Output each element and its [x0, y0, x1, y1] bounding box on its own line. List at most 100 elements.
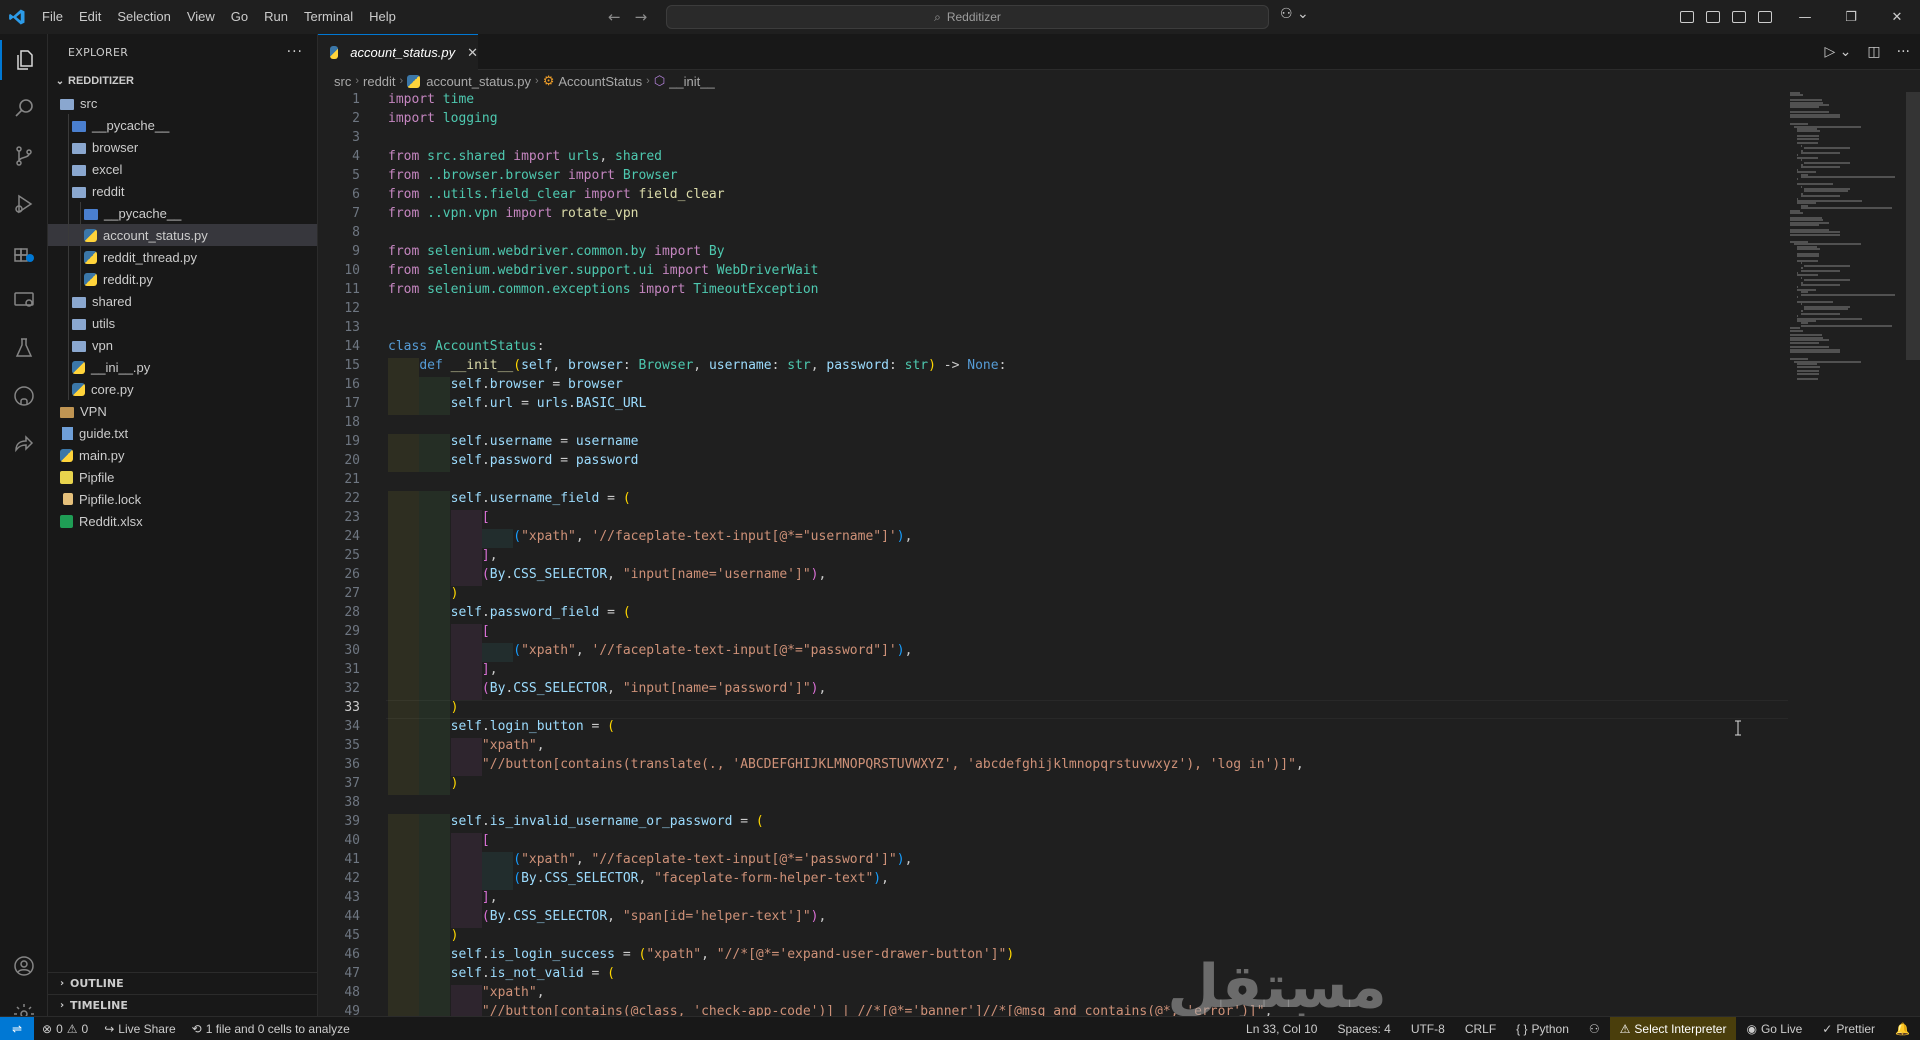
notifications-bell-icon[interactable]: 🔔 [1885, 1017, 1920, 1040]
tree-item[interactable]: reddit_thread.py [48, 246, 317, 268]
indent-guide [68, 312, 69, 334]
go-live[interactable]: ◉ Go Live [1736, 1017, 1812, 1040]
testing-icon[interactable] [0, 328, 48, 368]
encoding[interactable]: UTF-8 [1401, 1017, 1455, 1040]
restore-icon[interactable]: ❐ [1828, 0, 1874, 34]
live-share-icon[interactable] [0, 424, 48, 464]
remote-explorer-icon[interactable] [0, 280, 48, 320]
tree-item[interactable]: core.py [48, 378, 317, 400]
tree-item[interactable]: account_status.py [48, 224, 317, 246]
tree-item[interactable]: browser [48, 136, 317, 158]
account-icon[interactable] [0, 946, 48, 986]
split-editor-icon[interactable]: ◫ [1867, 44, 1880, 60]
tree-item[interactable]: shared [48, 290, 317, 312]
tree-item[interactable]: reddit [48, 180, 317, 202]
remote-indicator-icon[interactable]: ⇌ [0, 1016, 34, 1040]
tree-item[interactable]: utils [48, 312, 317, 334]
copilot-status-icon[interactable]: ⚇ [1579, 1017, 1610, 1040]
minimize-icon[interactable]: — [1782, 0, 1828, 34]
status-right: Ln 33, Col 10 Spaces: 4 UTF-8 CRLF { } P… [1236, 1017, 1920, 1040]
tree-item[interactable]: src [48, 92, 317, 114]
workspace-root[interactable]: ⌄ REDDITIZER [48, 70, 317, 92]
breadcrumb-file[interactable]: account_status.py [426, 74, 531, 89]
outline-section[interactable]: › OUTLINE [48, 972, 318, 994]
text-cursor-icon [1735, 720, 1741, 736]
github-icon[interactable] [0, 376, 48, 416]
code-token: str [904, 358, 929, 373]
more-actions-icon[interactable]: ··· [1897, 44, 1910, 60]
breadcrumb-class[interactable]: AccountStatus [558, 74, 642, 89]
select-interpreter[interactable]: ⚠ Select Interpreter [1609, 1017, 1737, 1040]
tree-item[interactable]: __pycache__ [48, 202, 317, 224]
line-endings[interactable]: CRLF [1455, 1017, 1506, 1040]
line-number: 31 [344, 662, 360, 677]
file-tree: ⌄ REDDITIZER src __pycache__ browser excel r… [48, 70, 317, 532]
code-editor[interactable]: 1 import time 2 import logging 3 4 from src.sh… [318, 92, 1788, 1016]
line-number: 24 [344, 529, 360, 544]
line-number: 19 [344, 434, 360, 449]
command-center[interactable]: ⌕ Redditizer [666, 5, 1269, 29]
run-icon[interactable]: ▷ ⌄ [1824, 44, 1851, 60]
analyze-status[interactable]: ⟲ 1 file and 0 cells to analyze [184, 1017, 358, 1040]
search-icon[interactable] [0, 88, 48, 128]
tree-item[interactable]: VPN [48, 400, 317, 422]
tree-item[interactable]: __pycache__ [48, 114, 317, 136]
cursor-position[interactable]: Ln 33, Col 10 [1236, 1017, 1327, 1040]
prettier-status[interactable]: ✓ Prettier [1812, 1017, 1885, 1040]
explorer-icon[interactable] [0, 40, 48, 80]
toggle-secondary-sidebar-icon[interactable] [1758, 11, 1772, 23]
tab-account-status[interactable]: account_status.py ✕ [318, 34, 478, 70]
explorer-sidebar: EXPLORER ··· ⌄ REDDITIZER src __pycache__… [48, 34, 318, 1016]
back-arrow-icon[interactable]: ← [608, 8, 621, 26]
live-share-status[interactable]: ↪ Live Share [96, 1017, 183, 1040]
menu-help[interactable]: Help [361, 0, 404, 34]
forward-arrow-icon[interactable]: → [635, 8, 648, 26]
timeline-section[interactable]: › TIMELINE [48, 994, 318, 1016]
code-token: , [701, 947, 717, 962]
menu-selection[interactable]: Selection [109, 0, 178, 34]
tree-item[interactable]: excel [48, 158, 317, 180]
code-token: ) [1006, 947, 1015, 962]
menu-terminal[interactable]: Terminal [296, 0, 361, 34]
tree-item[interactable]: guide.txt [48, 422, 317, 444]
copilot-icon[interactable]: ⚇ ⌄ [1280, 6, 1309, 22]
language-mode[interactable]: { } Python [1506, 1017, 1579, 1040]
menu-view[interactable]: View [179, 0, 223, 34]
indent-guide [80, 268, 81, 290]
line-number: 2 [352, 111, 360, 126]
toggle-sidebar-icon[interactable] [1706, 11, 1720, 23]
customize-layout-icon[interactable] [1680, 11, 1694, 23]
tree-item[interactable]: Pipfile [48, 466, 317, 488]
tree-item[interactable]: reddit.py [48, 268, 317, 290]
source-control-icon[interactable] [0, 136, 48, 176]
breadcrumb-src[interactable]: src [334, 74, 351, 89]
tree-item[interactable]: main.py [48, 444, 317, 466]
run-debug-icon[interactable] [0, 184, 48, 224]
tree-item[interactable]: Reddit.xlsx [48, 510, 317, 532]
minimap[interactable] [1790, 92, 1902, 1016]
code-token: ) [896, 529, 905, 544]
more-actions-icon[interactable]: ··· [287, 44, 303, 60]
menu-edit[interactable]: Edit [71, 0, 109, 34]
tree-item[interactable]: vpn [48, 334, 317, 356]
problems-indicator[interactable]: ⊗ 0 ⚠ 0 [34, 1017, 96, 1040]
tree-item-label: account_status.py [103, 227, 208, 243]
vertical-scrollbar[interactable] [1906, 92, 1920, 360]
close-icon[interactable]: ✕ [467, 45, 478, 61]
tree-item-label: browser [92, 139, 139, 155]
breadcrumb-reddit[interactable]: reddit [363, 74, 396, 89]
menu-file[interactable]: File [34, 0, 71, 34]
menu-run[interactable]: Run [256, 0, 296, 34]
breadcrumb-method[interactable]: __init__ [669, 74, 715, 89]
code-token: self [521, 358, 553, 373]
close-window-icon[interactable]: ✕ [1874, 0, 1920, 34]
code-line: 24 ("xpath", '//faceplate-text-input[@*=… [318, 529, 1788, 548]
extensions-icon[interactable] [0, 232, 48, 272]
indentation[interactable]: Spaces: 4 [1327, 1017, 1400, 1040]
toggle-panel-icon[interactable] [1732, 11, 1746, 23]
tree-item[interactable]: Pipfile.lock [48, 488, 317, 510]
code-token: import [638, 282, 686, 297]
tree-item[interactable]: __ini__.py [48, 356, 317, 378]
menu-go[interactable]: Go [223, 0, 256, 34]
